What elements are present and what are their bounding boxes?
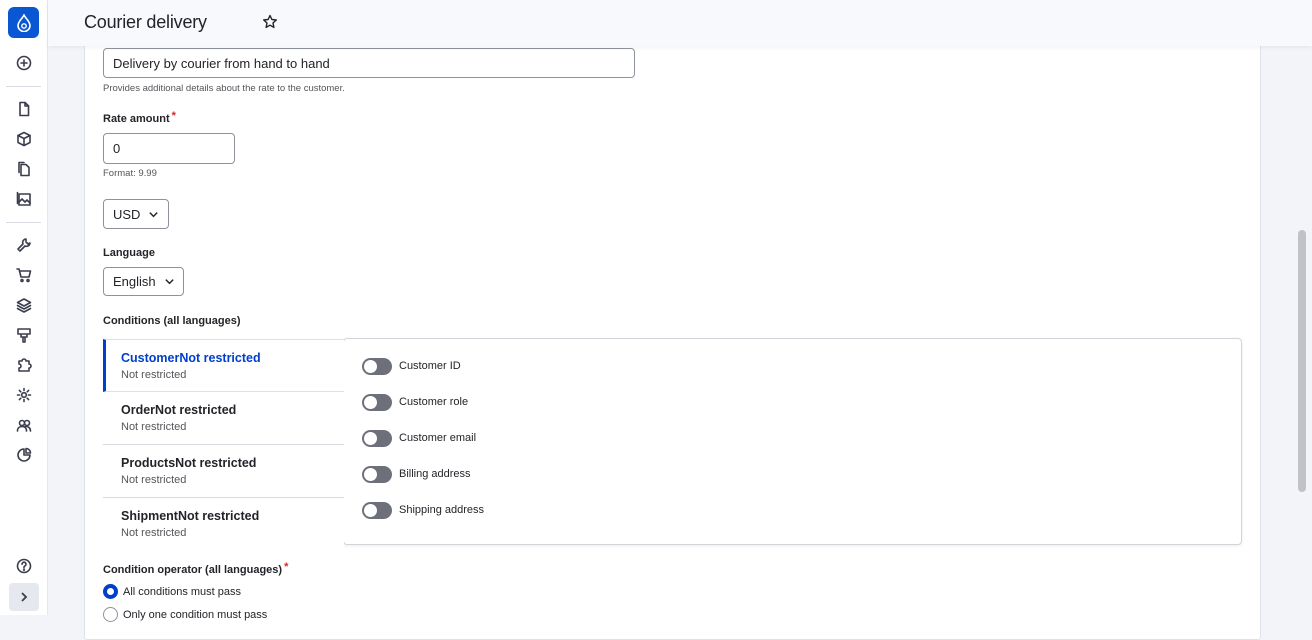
conditions-label: Conditions (all languages) — [103, 315, 241, 327]
tab-products[interactable]: ProductsNot restricted Not restricted — [103, 445, 344, 498]
page-header: Courier delivery — [48, 0, 1312, 46]
page-title: Courier delivery — [84, 12, 207, 32]
tab-summary: Not restricted — [121, 421, 187, 433]
radio-all-conditions[interactable]: All conditions must pass — [103, 584, 241, 599]
currency-value: USD — [113, 206, 141, 222]
toggle-switch[interactable] — [362, 393, 392, 411]
tab-order[interactable]: OrderNot restricted Not restricted — [103, 392, 344, 445]
tab-summary: Not restricted — [121, 474, 187, 486]
rate-format-help: Format: 9.99 — [103, 168, 157, 179]
cube-icon[interactable] — [14, 129, 34, 149]
image-icon[interactable] — [14, 189, 34, 209]
paint-icon[interactable] — [14, 325, 34, 345]
tab-title: CustomerNot restricted — [121, 351, 261, 365]
radio-button[interactable] — [103, 584, 118, 599]
toggle-label: Billing address — [399, 468, 471, 480]
condition-operator-label-text: Condition operator (all languages) — [103, 564, 283, 576]
toggle-customer-role[interactable]: Customer role — [362, 393, 468, 411]
toggle-switch[interactable] — [362, 501, 392, 519]
toggle-shipping-address[interactable]: Shipping address — [362, 501, 484, 519]
toggle-switch[interactable] — [362, 357, 392, 375]
chevron-down-icon — [149, 211, 159, 217]
language-value: English — [113, 274, 156, 289]
people-icon[interactable] — [14, 415, 34, 435]
toggle-switch[interactable] — [362, 429, 392, 447]
tab-title: ProductsNot restricted — [121, 456, 257, 470]
wrench-icon[interactable] — [14, 235, 34, 255]
layers-icon[interactable] — [14, 295, 34, 315]
help-icon[interactable] — [14, 556, 34, 576]
expand-sidebar-button[interactable] — [9, 583, 39, 611]
tab-title: ShipmentNot restricted — [121, 509, 260, 523]
pie-chart-icon[interactable] — [14, 445, 34, 465]
language-label: Language — [103, 247, 155, 259]
page-scrollbar[interactable] — [1298, 230, 1306, 492]
toggle-customer-email[interactable]: Customer email — [362, 429, 476, 447]
files-icon[interactable] — [14, 159, 34, 179]
currency-select[interactable]: USD — [103, 199, 169, 229]
condition-operator-label: Condition operator (all languages) * — [103, 561, 289, 576]
rate-amount-input[interactable]: 0 — [103, 133, 235, 164]
tab-summary: Not restricted — [121, 369, 187, 381]
sidebar-divider — [6, 222, 41, 223]
toggle-customer-id[interactable]: Customer ID — [362, 357, 461, 375]
rate-amount-label: Rate amount * — [103, 110, 176, 125]
gear-icon[interactable] — [14, 385, 34, 405]
required-marker: * — [284, 561, 289, 573]
toggle-switch[interactable] — [362, 465, 392, 483]
file-icon[interactable] — [14, 99, 34, 119]
toggle-label: Customer ID — [399, 360, 461, 372]
tab-customer[interactable]: CustomerNot restricted Not restricted — [103, 339, 344, 392]
radio-label: All conditions must pass — [123, 585, 241, 598]
toggle-billing-address[interactable]: Billing address — [362, 465, 471, 483]
description-help-text: Provides additional details about the ra… — [103, 83, 345, 94]
required-marker: * — [171, 110, 176, 122]
tab-summary: Not restricted — [121, 527, 187, 539]
drupal-logo-icon[interactable] — [8, 7, 39, 38]
description-input[interactable]: Delivery by courier from hand to hand — [103, 48, 635, 78]
toggle-label: Customer email — [399, 432, 477, 444]
tab-title: OrderNot restricted — [121, 403, 237, 417]
rate-amount-label-text: Rate amount — [103, 113, 170, 125]
add-circle-icon[interactable] — [14, 53, 34, 73]
expand-chevron-icon — [21, 592, 28, 602]
sidebar — [0, 0, 48, 615]
language-select[interactable]: English — [103, 267, 184, 296]
puzzle-icon[interactable] — [14, 355, 34, 375]
tab-shipment[interactable]: ShipmentNot restricted Not restricted — [103, 498, 344, 551]
toggle-label: Customer role — [399, 396, 469, 408]
star-icon[interactable] — [262, 14, 280, 32]
cart-icon[interactable] — [14, 265, 34, 285]
chevron-down-icon — [164, 279, 174, 285]
toggle-label: Shipping address — [399, 504, 485, 516]
sidebar-divider — [6, 86, 41, 87]
